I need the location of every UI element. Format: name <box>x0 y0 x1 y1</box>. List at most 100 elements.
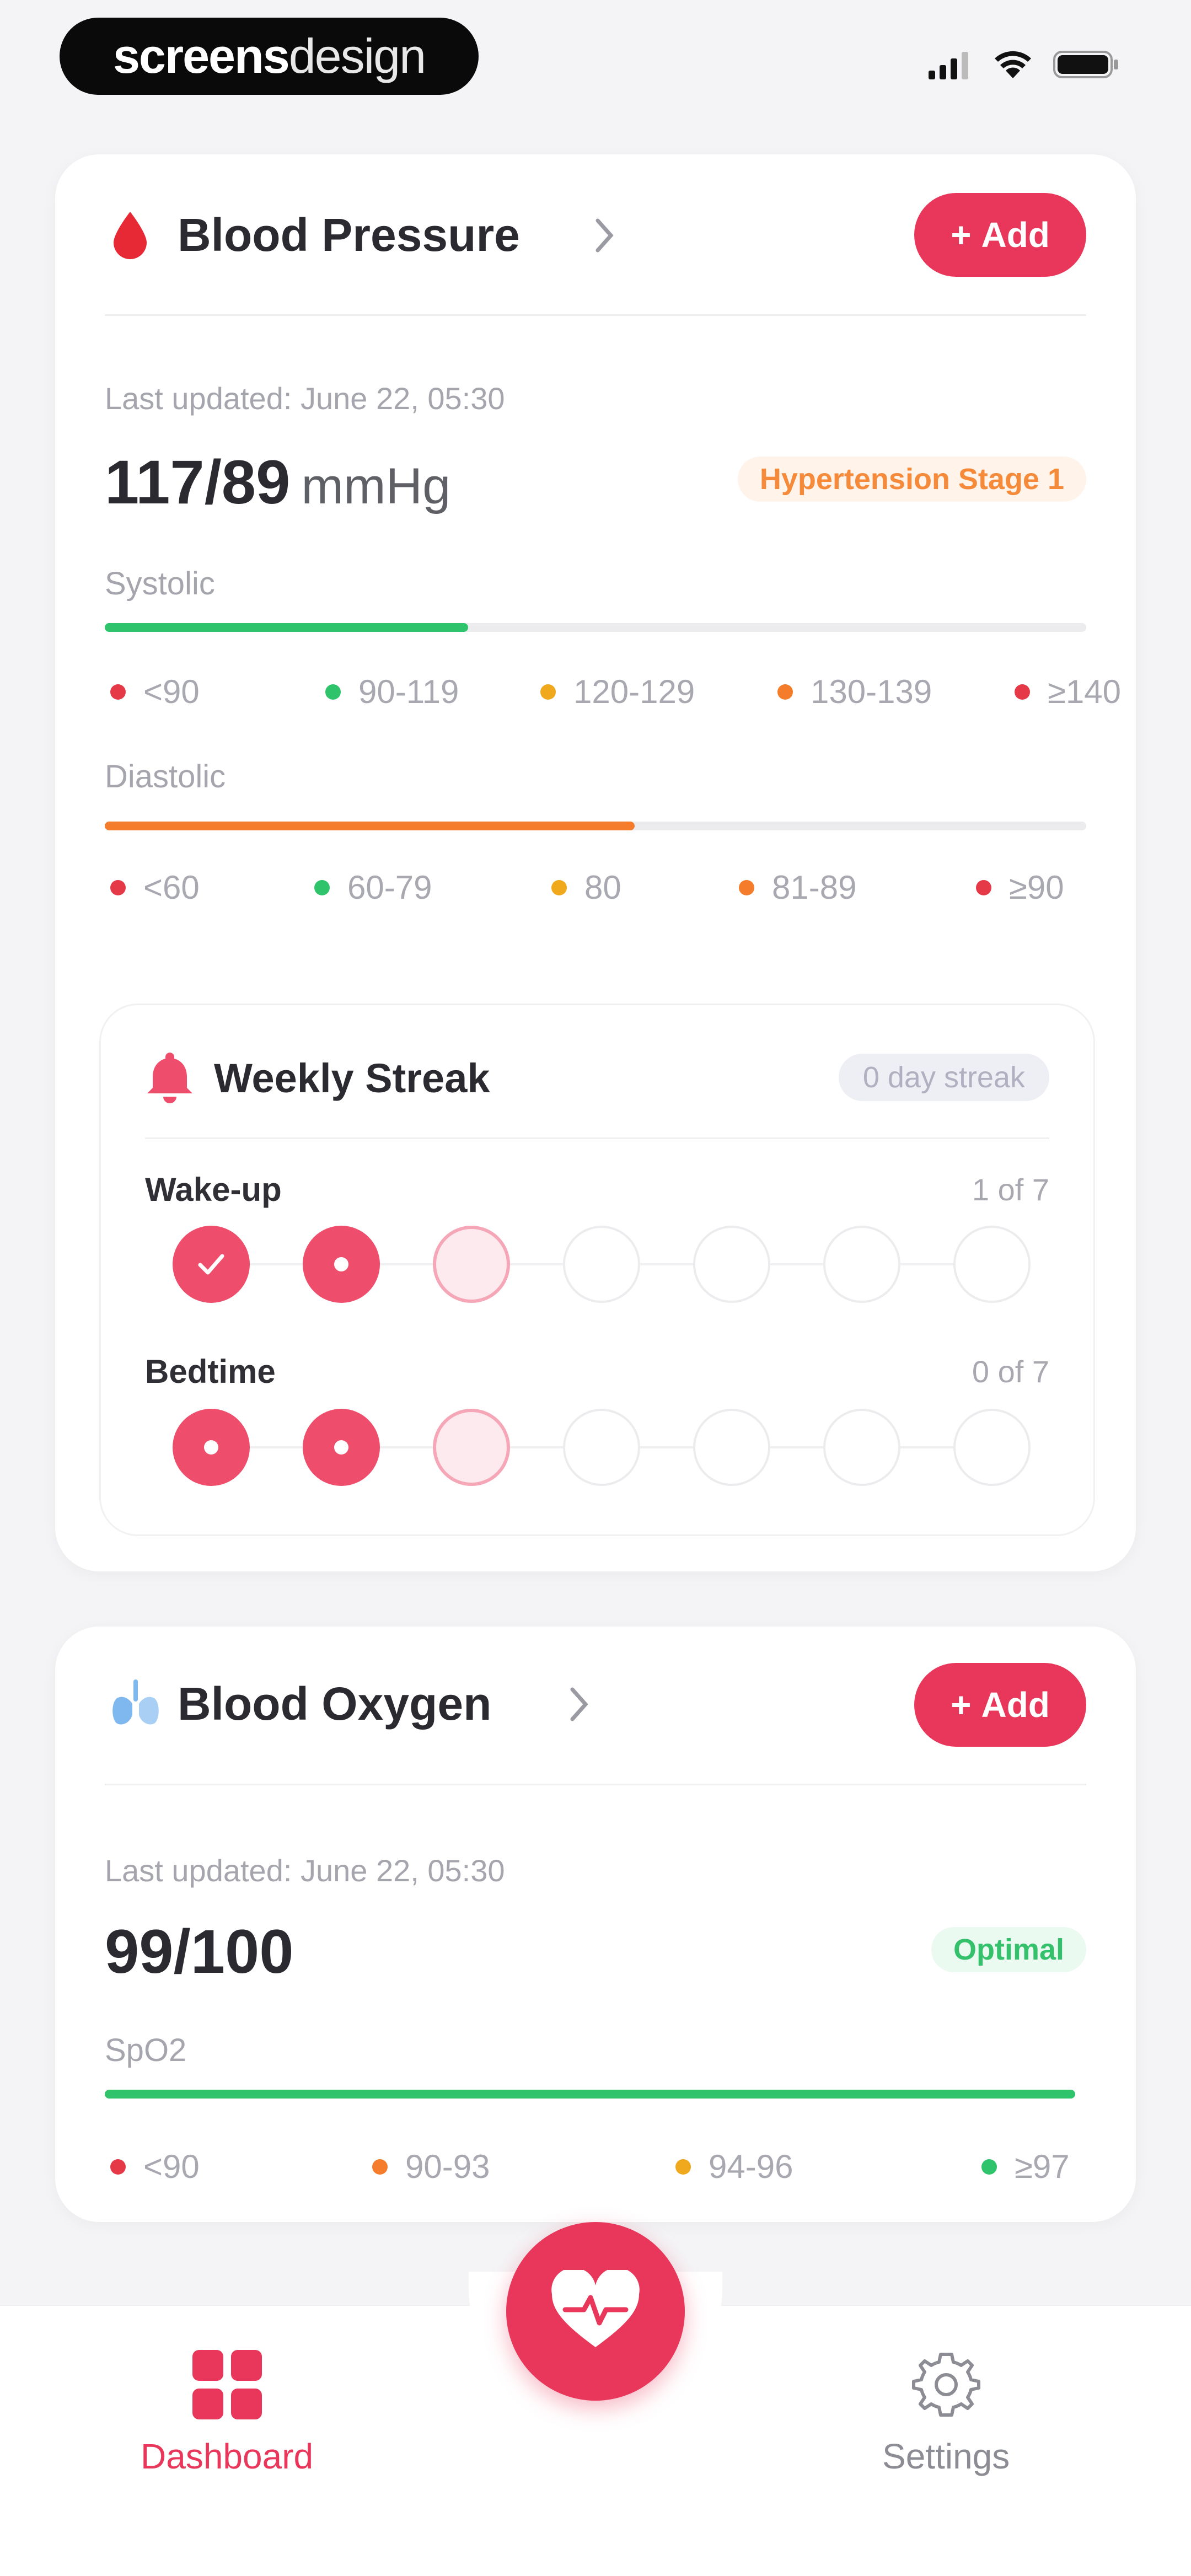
streak-title: Weekly Streak <box>214 1055 490 1101</box>
day-circle[interactable] <box>433 1409 510 1486</box>
day-connector <box>900 1446 953 1448</box>
systolic-range-1: 90-119 <box>325 673 459 711</box>
spo2-track <box>105 2090 1075 2099</box>
diastolic-range-3: 81-89 <box>739 868 856 906</box>
day-connector <box>380 1446 433 1448</box>
blood-oxygen-card: Blood Oxygen + Add Last updated: June 22,… <box>55 1627 1136 2222</box>
range-label: 81-89 <box>772 869 857 906</box>
day-circle[interactable] <box>823 1409 900 1486</box>
day-circle[interactable] <box>303 1226 380 1303</box>
wakeup-count: 1 of 7 <box>972 1172 1049 1207</box>
divider <box>145 1137 1049 1139</box>
range-label: ≥97 <box>1015 2148 1070 2185</box>
blood-drop-icon <box>114 212 147 259</box>
spo2-label: SpO2 <box>105 2032 187 2068</box>
systolic-range-3: 130-139 <box>777 673 932 711</box>
range-dot <box>976 879 991 895</box>
day-circle[interactable] <box>173 1226 250 1303</box>
diastolic-range-2: 80 <box>551 868 621 906</box>
status-icons <box>929 50 1119 79</box>
heart-pulse-icon <box>551 2270 640 2347</box>
day-circle[interactable] <box>303 1409 380 1486</box>
range-dot <box>540 684 556 700</box>
day-connector <box>640 1263 693 1265</box>
range-label: 60-79 <box>347 869 432 906</box>
add-blood-pressure-button[interactable]: + Add <box>914 193 1086 277</box>
systolic-range-2: 120-129 <box>540 673 695 711</box>
diastolic-fill <box>105 822 635 830</box>
divider <box>105 314 1086 316</box>
chevron-right-icon[interactable] <box>593 216 615 255</box>
day-circle[interactable] <box>953 1226 1031 1303</box>
gear-icon <box>911 2353 980 2417</box>
day-connector <box>770 1446 823 1448</box>
lungs-icon <box>112 1679 159 1725</box>
day-connector <box>250 1446 303 1448</box>
range-label: ≥140 <box>1048 673 1122 710</box>
diastolic-track <box>105 822 1086 830</box>
range-label: <60 <box>143 869 200 906</box>
diastolic-range-0: <60 <box>110 868 200 906</box>
nav-label: Dashboard <box>141 2437 314 2476</box>
day-connector <box>900 1263 953 1265</box>
day-circle[interactable] <box>173 1409 250 1486</box>
range-label: 90-93 <box>405 2148 490 2185</box>
bp-value: 117/89 <box>105 448 291 517</box>
brand-logo: screens design <box>60 18 479 95</box>
diastolic-range-4: ≥90 <box>976 868 1064 906</box>
blood-pressure-card: Blood Pressure + Add Last updated: June 2… <box>55 154 1136 1571</box>
range-label: <90 <box>143 2148 200 2185</box>
heart-pulse-button[interactable] <box>506 2222 685 2401</box>
logo-text-bold: screens <box>112 29 290 83</box>
day-connector <box>250 1263 303 1265</box>
spo2-range-1: 90-93 <box>372 2148 490 2186</box>
range-dot <box>981 2159 997 2175</box>
chevron-right-icon[interactable] <box>568 1685 590 1724</box>
divider <box>105 1784 1086 1785</box>
day-dot <box>334 1257 348 1271</box>
day-circle[interactable] <box>433 1226 510 1303</box>
day-circle[interactable] <box>563 1409 640 1486</box>
bell-icon <box>147 1053 192 1103</box>
card-title[interactable]: Blood Pressure <box>178 208 520 262</box>
weekly-streak-card: Weekly Streak 0 day streak Wake-up 1 of … <box>99 1003 1095 1536</box>
day-connector <box>640 1446 693 1448</box>
range-dot <box>110 2159 126 2175</box>
range-dot <box>777 684 793 700</box>
range-dot <box>314 879 330 895</box>
card-title[interactable]: Blood Oxygen <box>178 1677 491 1731</box>
systolic-label: Systolic <box>105 566 215 602</box>
last-updated: Last updated: June 22, 05:30 <box>105 1853 505 1888</box>
day-dot <box>204 1440 218 1455</box>
day-circle[interactable] <box>953 1409 1031 1486</box>
range-label: ≥90 <box>1009 869 1064 906</box>
day-connector <box>510 1446 563 1448</box>
wifi-icon <box>995 51 1031 78</box>
spo2-range-3: ≥97 <box>981 2148 1070 2186</box>
day-circle[interactable] <box>693 1226 770 1303</box>
systolic-fill <box>105 623 468 632</box>
range-dot <box>110 684 126 700</box>
range-dot <box>551 879 567 895</box>
spo2-fill <box>105 2090 1075 2099</box>
logo-text-light: design <box>288 29 426 83</box>
day-circle[interactable] <box>563 1226 640 1303</box>
streak-badge: 0 day streak <box>838 1054 1049 1101</box>
systolic-track <box>105 623 1086 632</box>
day-connector <box>770 1263 823 1265</box>
add-blood-oxygen-button[interactable]: + Add <box>914 1663 1086 1747</box>
range-label: 130-139 <box>811 673 932 710</box>
nav-dashboard[interactable]: Dashboard <box>141 2350 313 2477</box>
day-connector <box>380 1263 433 1265</box>
day-circle[interactable] <box>693 1409 770 1486</box>
wakeup-label: Wake-up <box>145 1171 282 1208</box>
spo2-range-0: <90 <box>110 2148 200 2186</box>
systolic-range-4: ≥140 <box>1015 673 1121 711</box>
range-dot <box>739 879 754 895</box>
range-label: 120-129 <box>573 673 695 710</box>
dashboard-grid-icon <box>192 2350 262 2419</box>
day-circle[interactable] <box>823 1226 900 1303</box>
range-label: 94-96 <box>709 2148 793 2185</box>
add-label: Add <box>981 1685 1050 1725</box>
nav-settings[interactable]: Settings <box>882 2350 1010 2477</box>
